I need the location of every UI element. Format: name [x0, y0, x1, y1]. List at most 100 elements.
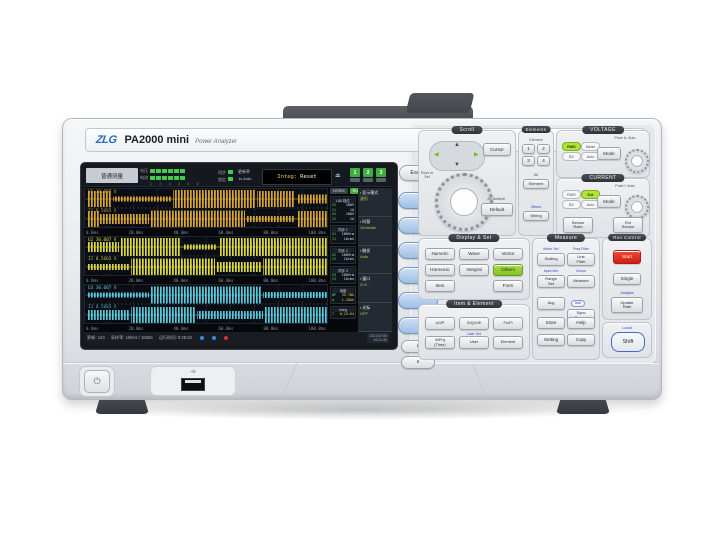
arrow-left-icon[interactable]: ◀	[434, 152, 439, 158]
shift-section: Local Shift	[602, 322, 652, 358]
scroll-arrow-pad[interactable]: ▲ ◀ ▶ ▼	[429, 141, 485, 171]
voltage-mode-button[interactable]: Mode	[597, 147, 621, 160]
measure-key[interactable]: Range Set	[537, 275, 565, 288]
wave-panel: U1 30.007 V I1 0.5003 A	[84, 188, 328, 228]
readout-key: I2	[332, 257, 337, 262]
measure-key[interactable]: Avg	[537, 297, 565, 310]
display-set-section-title: Display & Set	[448, 234, 500, 242]
display-key-form[interactable]: Form	[493, 280, 523, 292]
readout-value: 1Arms	[343, 257, 354, 262]
readout-group: 同步 1 U1 100Vrm I1 1Arms	[330, 225, 356, 244]
readout-group: 同步 3 U3 100Vrm I3 1Arms	[330, 265, 356, 284]
power-button[interactable]: ⏻	[84, 370, 110, 393]
all-element-button[interactable]: Element	[523, 179, 549, 189]
item-key[interactable]: S/Q/λ/Φ	[459, 317, 489, 330]
voltage-led-row: 电压	[140, 168, 216, 174]
display-key-item[interactable]: Item	[425, 280, 455, 292]
voltage-range-knob[interactable]	[625, 149, 649, 173]
voltage-knob-label: Push U: Auto	[614, 136, 636, 140]
display-key-integral[interactable]: Integral	[459, 264, 489, 276]
current-mode-button[interactable]: Mode	[597, 195, 621, 208]
time-tick-label: 40.0ms	[173, 229, 189, 235]
run-control-section: Run Control Start Single Analysis Update…	[602, 234, 652, 320]
item-key[interactable]: WP/q (Time)	[425, 336, 455, 349]
element-badge-slot	[350, 178, 360, 182]
cursor-button[interactable]: Cursor	[483, 143, 511, 156]
element-label: Element	[529, 138, 543, 142]
measure-key[interactable]: Line Filter	[567, 253, 595, 266]
voltage-knob-cap[interactable]	[631, 155, 643, 167]
sensor-ratio-button[interactable]: Sensor Ratio	[563, 217, 593, 233]
element-key-1[interactable]: 1	[522, 144, 535, 154]
single-button[interactable]: Single	[613, 273, 641, 285]
others-label: Others	[530, 205, 542, 209]
element-key-4[interactable]: 4	[537, 156, 550, 166]
measure-key-store[interactable]: Store	[537, 317, 565, 329]
sync-indicators: 同步 锁定	[218, 169, 233, 183]
status-runtime: 运行时间: 0:25:04	[158, 335, 192, 340]
drop-shadow	[80, 400, 640, 420]
readout-value: 1A	[349, 216, 354, 221]
element-number-keys: 1234	[522, 144, 550, 166]
current-knob-cap[interactable]	[631, 201, 643, 213]
carry-handle-grip	[405, 93, 475, 113]
update-rate-button[interactable]: Update Rate	[611, 297, 643, 313]
lock-label: 锁定	[218, 177, 226, 182]
item-element-keys: U/I/P S/Q/λ/Φ Fu/Fi WP/q (Time) User Set User…	[425, 313, 523, 349]
elements-section-title: Elements	[521, 126, 551, 133]
wave-svg	[85, 189, 327, 228]
display-key-numeric[interactable]: Numeric	[425, 248, 455, 260]
scroll-knob[interactable]	[435, 173, 493, 231]
arrow-down-icon[interactable]: ▼	[454, 162, 460, 168]
measurement-readout-column: NORM RUN U&I 档位 U1 100V I1 1A U2 100V I2 1A 同步 1U…	[330, 188, 364, 332]
measure-key-copy[interactable]: Copy	[567, 334, 595, 346]
wiring-button[interactable]: Wiring	[523, 211, 549, 221]
item-key[interactable]: Fu/Fi	[493, 317, 523, 330]
default-button[interactable]: Default	[481, 203, 513, 216]
softmenu-bullet-icon: ▪	[360, 306, 362, 311]
display-key-others[interactable]: Others	[493, 264, 523, 276]
measure-key-help[interactable]: Help	[567, 317, 595, 329]
status-update-count: 更新: 143	[87, 335, 105, 340]
waveform-area: U1 30.007 V I1 0.5003 A 0.0ms 20.0ms 40.0ms 6…	[84, 188, 328, 332]
element-key-3[interactable]: 3	[522, 156, 535, 166]
scroll-section-title: Scroll	[451, 126, 483, 134]
usb-port[interactable]	[181, 378, 205, 391]
model-subtitle: Power Analyzer	[195, 138, 237, 145]
time-tick-label: 100.0ms	[308, 277, 326, 283]
item-key[interactable]: Element	[493, 336, 523, 349]
element-badge-number: 2	[363, 168, 373, 177]
item-key[interactable]: User	[459, 336, 489, 349]
ext-sensor-button[interactable]: Ext Sensor	[613, 217, 643, 233]
item-key[interactable]: U/I/P	[425, 317, 455, 330]
mode-led-rms: RMS	[562, 190, 581, 199]
element-key-2[interactable]: 2	[537, 144, 550, 154]
scroll-knob-cap[interactable]	[450, 188, 478, 216]
update-rate-value: 1s Auto	[238, 175, 252, 181]
shift-button[interactable]: Shift	[611, 332, 645, 352]
led-channel-numbers: 1 2 3 4 5 6	[150, 182, 202, 186]
measure-key-slot: Freq Filter Line Filter	[567, 247, 595, 266]
time-tick-label: 80.0ms	[263, 325, 279, 331]
display-key-vector[interactable]: Vector	[493, 248, 523, 260]
screen-topbar: 普通测量 电压 电流 1 2 3 4 5 6 同步 锁定 更新率 1s Auto…	[84, 166, 392, 187]
arrow-right-icon[interactable]: ▶	[474, 152, 479, 158]
softmenu-item: ▪光标 OFF	[358, 303, 392, 332]
readout-group: Integ T 0:25:04	[330, 306, 356, 319]
measure-key-setting[interactable]: Setting	[537, 334, 565, 346]
start-button[interactable]: Start	[613, 250, 641, 264]
current-range-knob[interactable]	[625, 195, 649, 219]
channel-led	[150, 169, 155, 173]
measure-key[interactable]: Scaling	[537, 253, 565, 266]
arrow-up-icon[interactable]: ▲	[454, 142, 460, 148]
display-key-wave[interactable]: Wave	[459, 248, 489, 260]
push-to-set-label: Push to Set	[420, 171, 434, 179]
current-knob-label: Push I: Auto	[615, 184, 635, 188]
display-key-harmonic[interactable]: Harmonic	[425, 264, 455, 276]
current-section-title: CURRENT	[581, 174, 625, 182]
measure-key[interactable]: Measure	[567, 275, 595, 288]
integ-label: Integ:	[277, 174, 298, 180]
channel-led	[150, 176, 155, 180]
measure-keys-top: Motor Set Scaling Freq Filter Line Filter In…	[537, 247, 595, 322]
softmenu-item: ▪触发 Auto	[358, 246, 392, 275]
